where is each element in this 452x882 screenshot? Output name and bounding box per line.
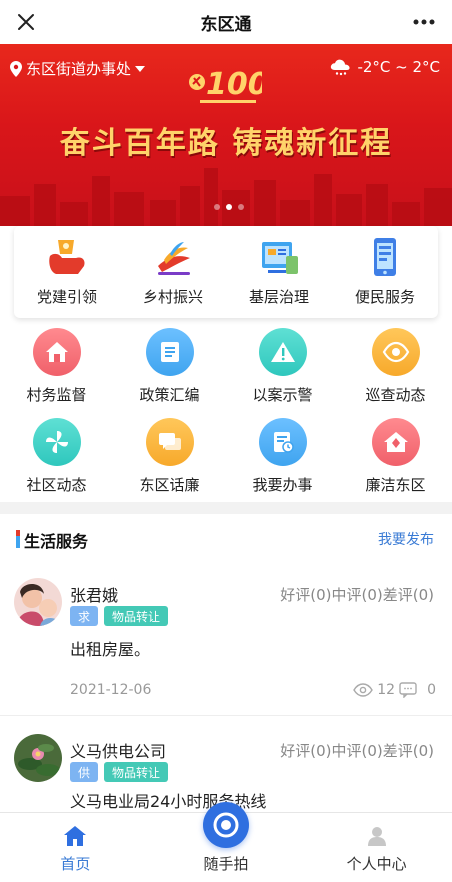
carousel-indicator	[214, 204, 244, 210]
grid-item-community-news[interactable]: 社区动态	[0, 416, 113, 506]
temperature-range: -2°C ~ 2°C	[357, 58, 440, 76]
grid-item-village-supervision[interactable]: 村务监督	[0, 326, 113, 416]
warning-icon	[258, 328, 307, 376]
post-item[interactable]: 义马供电公司 好评(0)中评(0)差评(0) 供 物品转让 义马电业局24小时服…	[0, 726, 452, 812]
section-divider	[0, 502, 452, 514]
comment-icon[interactable]	[399, 682, 417, 698]
rating-summary: 好评(0)中评(0)差评(0)	[280, 742, 434, 760]
home-icon	[32, 328, 81, 376]
service-label: 便民服务	[354, 288, 415, 306]
banner[interactable]: 东区街道办事处 -2°C ~ 2°C 100 奋斗百年路 铸魂新征程	[0, 44, 452, 226]
post-stats: 12 0	[353, 682, 436, 698]
grid-item-label: 以案示警	[252, 386, 313, 404]
more-icon[interactable]	[406, 8, 442, 36]
chat-icon	[145, 418, 194, 466]
carousel-dot[interactable]	[214, 204, 220, 210]
service-label: 乡村振兴	[142, 288, 203, 306]
poster-name: 义马供电公司	[70, 742, 167, 761]
document-icon	[145, 328, 194, 376]
rural-revitalization-icon	[158, 242, 190, 275]
service-party-building[interactable]: 党建引领	[14, 226, 120, 318]
cloud-snow-icon	[331, 59, 351, 76]
tag-group: 供 物品转让	[70, 762, 169, 782]
post-item[interactable]: 张君娥 好评(0)中评(0)差评(0) 求 物品转让 出租房屋。 2021-12…	[0, 570, 452, 716]
grid-item-policy-compilation[interactable]: 政策汇编	[113, 326, 226, 416]
grid-item-label: 社区动态	[26, 476, 87, 494]
city-skyline	[0, 168, 452, 226]
service-label: 党建引领	[36, 288, 97, 306]
view-count: 12	[377, 682, 396, 698]
home-icon	[64, 826, 87, 846]
main-services-card: 党建引领 乡村振兴 基层治理 便民服务	[14, 226, 438, 318]
convenience-service-icon	[374, 238, 396, 276]
banner-slogan: 奋斗百年路 铸魂新征程	[59, 126, 393, 161]
centenary-emblem: 100	[189, 67, 262, 103]
close-icon[interactable]	[12, 8, 40, 36]
grid-item-integrity-talk[interactable]: 东区话廉	[113, 416, 226, 506]
service-grid-row: 社区动态 东区话廉 我要办事 廉洁东区	[0, 416, 452, 506]
eye-icon	[371, 328, 420, 376]
grid-item-label: 政策汇编	[139, 386, 200, 404]
service-grassroots-governance[interactable]: 基层治理	[226, 226, 332, 318]
publish-link[interactable]: 我要发布	[378, 529, 434, 549]
user-icon	[367, 827, 386, 846]
task-icon	[258, 418, 307, 466]
category-tag: 物品转让	[104, 606, 169, 626]
service-convenience[interactable]: 便民服务	[332, 226, 438, 318]
grid-item-label: 东区话廉	[139, 476, 200, 494]
post-date: 2021-12-06	[70, 682, 152, 698]
grid-item-case-warning[interactable]: 以案示警	[226, 326, 339, 416]
poster-name: 张君娥	[70, 586, 119, 605]
party-building-icon	[49, 240, 85, 274]
pinwheel-icon	[32, 418, 81, 466]
grid-item-label: 村务监督	[26, 386, 87, 404]
tab-label: 随手拍	[203, 855, 249, 873]
tab-home[interactable]: 首页	[0, 813, 151, 882]
service-label: 基层治理	[248, 288, 309, 306]
caret-down-icon	[135, 65, 146, 72]
location-selector[interactable]: 东区街道办事处	[10, 58, 146, 79]
grid-item-label: 我要办事	[252, 476, 313, 494]
grassroots-governance-icon	[262, 242, 298, 274]
type-tag: 求	[70, 606, 99, 626]
section-title: 生活服务	[24, 532, 89, 551]
grid-item-label: 廉洁东区	[365, 476, 426, 494]
title-bar: 东区通	[0, 0, 452, 44]
snapshot-camera-button[interactable]	[203, 802, 249, 848]
category-tag: 物品转让	[104, 762, 169, 782]
carousel-dot-active[interactable]	[226, 204, 232, 210]
eye-icon	[353, 683, 374, 697]
carousel-dot[interactable]	[238, 204, 244, 210]
life-service-header: 生活服务 我要发布	[0, 520, 452, 556]
section-marker-icon	[16, 530, 20, 548]
grid-item-label: 巡查动态	[365, 386, 426, 404]
post-description: 出租房屋。	[70, 640, 151, 659]
emblem-number: 100	[206, 67, 262, 102]
service-grid: 村务监督 政策汇编 以案示警 巡查动态 社区动态 东区话廉 我要办事 廉洁东区	[0, 326, 452, 502]
avatar[interactable]	[14, 578, 62, 626]
house-icon	[371, 418, 420, 466]
location-pin-icon	[10, 60, 22, 77]
tab-label: 首页	[60, 855, 91, 873]
avatar[interactable]	[14, 734, 62, 782]
type-tag: 供	[70, 762, 99, 782]
comment-count: 0	[427, 682, 436, 698]
grid-item-clean-east-district[interactable]: 廉洁东区	[339, 416, 452, 506]
camera-lens-icon	[213, 812, 239, 838]
app-title: 东区通	[200, 14, 252, 35]
rating-summary: 好评(0)中评(0)差评(0)	[280, 586, 434, 604]
tab-label: 个人中心	[346, 855, 407, 873]
weather-widget: -2°C ~ 2°C	[329, 58, 440, 76]
location-label: 东区街道办事处	[26, 60, 132, 78]
grid-item-inspection-news[interactable]: 巡查动态	[339, 326, 452, 416]
tag-group: 求 物品转让	[70, 606, 169, 626]
grid-item-apply-service[interactable]: 我要办事	[226, 416, 339, 506]
service-grid-row: 村务监督 政策汇编 以案示警 巡查动态	[0, 326, 452, 416]
service-rural-revitalization[interactable]: 乡村振兴	[120, 226, 226, 318]
tab-profile[interactable]: 个人中心	[301, 813, 452, 882]
